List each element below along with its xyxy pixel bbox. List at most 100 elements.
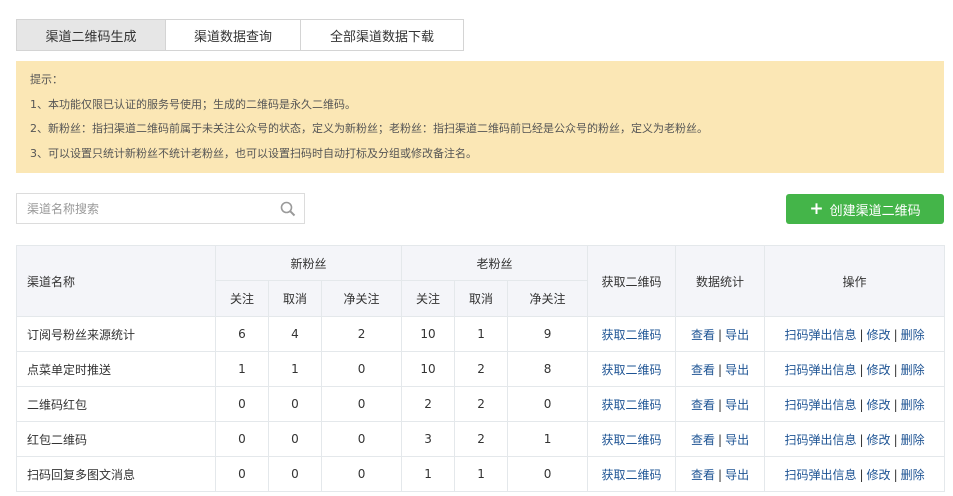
old-follow-count: 10 — [401, 316, 456, 352]
header-new-net: 净关注 — [320, 280, 403, 317]
header-new-fans: 新粉丝 — [214, 245, 403, 281]
separator: | — [718, 467, 723, 482]
export-link[interactable]: 导出 — [725, 433, 749, 447]
separator: | — [893, 362, 898, 377]
separator: | — [893, 327, 898, 342]
tab-all-channel-data-download[interactable]: 全部渠道数据下载 — [301, 19, 464, 51]
tab-channel-data-query[interactable]: 渠道数据查询 — [166, 19, 301, 51]
new-cancel-count: 0 — [268, 456, 322, 492]
scan-popup-info-link[interactable]: 扫码弹出信息 — [784, 363, 856, 377]
table-row: 红包二维码 0 0 0 3 2 1 获取二维码 查看 | 导出 扫码弹出信息 | 修改 |… — [16, 421, 946, 457]
header-old-fans: 老粉丝 — [401, 245, 589, 281]
get-qr-cell: 获取二维码 — [587, 456, 677, 492]
old-cancel-count: 2 — [454, 351, 509, 387]
search-input[interactable] — [17, 194, 267, 223]
delete-link[interactable]: 删除 — [901, 468, 925, 482]
old-cancel-count: 2 — [454, 386, 509, 422]
stats-cell: 查看 | 导出 — [675, 456, 766, 492]
tips-title: 提示： — [30, 73, 63, 86]
separator: | — [718, 397, 723, 412]
old-net-count: 9 — [507, 316, 589, 352]
tips-panel: 提示： 1、本功能仅限已认证的服务号使用；生成的二维码是永久二维码。 2、新粉丝… — [16, 61, 944, 173]
old-net-count: 0 — [507, 386, 589, 422]
view-link[interactable]: 查看 — [691, 363, 715, 377]
operations-cell: 扫码弹出信息 | 修改 | 删除 — [764, 456, 946, 492]
table-row: 订阅号粉丝来源统计 6 4 2 10 1 9 获取二维码 查看 | 导出 扫码弹出信… — [16, 316, 946, 352]
export-link[interactable]: 导出 — [725, 398, 749, 412]
new-cancel-count: 4 — [268, 316, 322, 352]
export-link[interactable]: 导出 — [725, 328, 749, 342]
scan-popup-info-link[interactable]: 扫码弹出信息 — [784, 328, 856, 342]
separator: | — [859, 467, 864, 482]
old-net-count: 8 — [507, 351, 589, 387]
new-cancel-count: 0 — [268, 421, 322, 457]
get-qr-link[interactable]: 获取二维码 — [602, 468, 662, 482]
old-follow-count: 2 — [401, 386, 456, 422]
create-button-label: 创建渠道二维码 — [829, 203, 921, 219]
new-cancel-count: 0 — [268, 386, 322, 422]
separator: | — [718, 327, 723, 342]
stats-cell: 查看 | 导出 — [675, 316, 766, 352]
channel-name: 红包二维码 — [16, 421, 216, 457]
separator: | — [893, 397, 898, 412]
operations-cell: 扫码弹出信息 | 修改 | 删除 — [764, 351, 946, 387]
header-operations: 操作 — [764, 245, 946, 317]
create-channel-qr-button[interactable]: + 创建渠道二维码 — [786, 194, 944, 224]
old-cancel-count: 2 — [454, 421, 509, 457]
edit-link[interactable]: 修改 — [867, 468, 891, 482]
header-new-cancel: 取消 — [268, 280, 322, 317]
search-icon[interactable] — [280, 201, 296, 217]
edit-link[interactable]: 修改 — [867, 363, 891, 377]
scan-popup-info-link[interactable]: 扫码弹出信息 — [784, 468, 856, 482]
old-follow-count: 10 — [401, 351, 456, 387]
new-follow-count: 0 — [215, 456, 269, 492]
new-follow-count: 1 — [215, 351, 269, 387]
table-row: 扫码回复多图文消息 0 0 0 1 1 0 获取二维码 查看 | 导出 扫码弹出信息… — [16, 456, 946, 492]
separator: | — [893, 432, 898, 447]
new-net-count: 0 — [320, 386, 403, 422]
get-qr-link[interactable]: 获取二维码 — [602, 328, 662, 342]
old-follow-count: 1 — [401, 456, 456, 492]
edit-link[interactable]: 修改 — [867, 398, 891, 412]
view-link[interactable]: 查看 — [691, 433, 715, 447]
new-follow-count: 0 — [215, 421, 269, 457]
tips-line: 2、新粉丝：指扫渠道二维码前属于未关注公众号的状态，定义为新粉丝；老粉丝：指扫渠… — [30, 122, 708, 135]
table-row: 二维码红包 0 0 0 2 2 0 获取二维码 查看 | 导出 扫码弹出信息 | 修改 |… — [16, 386, 946, 422]
edit-link[interactable]: 修改 — [867, 328, 891, 342]
operations-cell: 扫码弹出信息 | 修改 | 删除 — [764, 386, 946, 422]
new-follow-count: 6 — [215, 316, 269, 352]
header-get-qr: 获取二维码 — [587, 245, 677, 317]
old-net-count: 0 — [507, 456, 589, 492]
delete-link[interactable]: 删除 — [901, 328, 925, 342]
stats-cell: 查看 | 导出 — [675, 386, 766, 422]
view-link[interactable]: 查看 — [691, 468, 715, 482]
view-link[interactable]: 查看 — [691, 328, 715, 342]
stats-cell: 查看 | 导出 — [675, 351, 766, 387]
channel-name: 二维码红包 — [16, 386, 216, 422]
tab-channel-qr-generate[interactable]: 渠道二维码生成 — [16, 19, 166, 51]
separator: | — [718, 432, 723, 447]
separator: | — [718, 362, 723, 377]
get-qr-link[interactable]: 获取二维码 — [602, 398, 662, 412]
get-qr-link[interactable]: 获取二维码 — [602, 363, 662, 377]
delete-link[interactable]: 删除 — [901, 363, 925, 377]
delete-link[interactable]: 删除 — [901, 398, 925, 412]
edit-link[interactable]: 修改 — [867, 433, 891, 447]
search-box — [16, 193, 305, 224]
export-link[interactable]: 导出 — [725, 363, 749, 377]
delete-link[interactable]: 删除 — [901, 433, 925, 447]
separator: | — [859, 397, 864, 412]
export-link[interactable]: 导出 — [725, 468, 749, 482]
tab-bar: 渠道二维码生成 渠道数据查询 全部渠道数据下载 — [16, 19, 464, 51]
new-net-count: 0 — [320, 351, 403, 387]
header-channel-name: 渠道名称 — [16, 245, 216, 317]
get-qr-link[interactable]: 获取二维码 — [602, 433, 662, 447]
stats-cell: 查看 | 导出 — [675, 421, 766, 457]
scan-popup-info-link[interactable]: 扫码弹出信息 — [784, 398, 856, 412]
new-net-count: 0 — [320, 421, 403, 457]
header-old-cancel: 取消 — [454, 280, 509, 317]
scan-popup-info-link[interactable]: 扫码弹出信息 — [784, 433, 856, 447]
tips-line: 1、本功能仅限已认证的服务号使用；生成的二维码是永久二维码。 — [30, 97, 356, 111]
view-link[interactable]: 查看 — [691, 398, 715, 412]
separator: | — [859, 362, 864, 377]
